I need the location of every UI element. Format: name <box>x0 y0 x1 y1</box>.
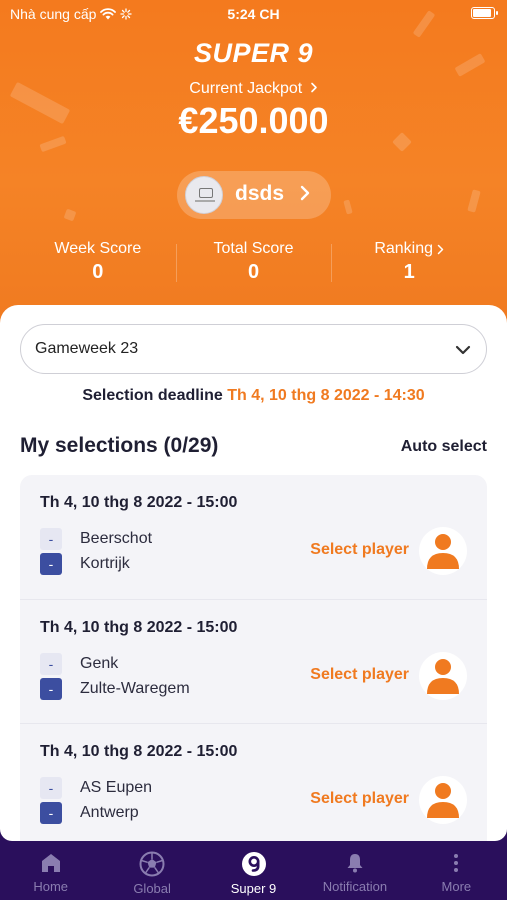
status-time: 5:24 CH <box>227 6 280 22</box>
score-stats: Week Score 0 Total Score 0 Ranking 1 <box>20 240 487 286</box>
stat-week-score: Week Score 0 <box>20 240 176 286</box>
battery-icon <box>471 7 498 19</box>
my-selections-title: My selections (0/29) <box>20 434 219 457</box>
away-team-name: Antwerp <box>80 804 139 821</box>
tab-label: Super 9 <box>230 881 277 896</box>
home-icon <box>41 854 60 872</box>
tab-label: More <box>441 879 472 894</box>
tab-global[interactable]: Global <box>101 841 202 900</box>
deadline-label: Selection deadline <box>82 387 223 404</box>
match-card: Th 4, 10 thg 8 2022 - 15:00 - AS Eupen -… <box>20 724 487 841</box>
stat-total-score: Total Score 0 <box>175 240 332 286</box>
stat-ranking[interactable]: Ranking 1 <box>331 240 487 286</box>
match-list: Th 4, 10 thg 8 2022 - 15:00 - Beerschot … <box>20 475 487 841</box>
home-team-row: - Beerschot <box>40 528 152 550</box>
select-player-button[interactable]: Select player <box>310 666 409 684</box>
select-player-button[interactable]: Select player <box>310 541 409 559</box>
deadline-date: Th 4, 10 thg 8 2022 - 14:30 <box>227 387 425 404</box>
tab-label: Home <box>33 879 69 894</box>
stat-value: 0 <box>247 261 260 283</box>
status-bar: Nhà cung cấp 5:24 CH <box>0 0 507 28</box>
confetti-decoration <box>467 189 481 213</box>
more-vertical-icon <box>454 854 459 872</box>
select-player-button[interactable]: Select player <box>310 790 409 808</box>
home-score-box: - <box>40 652 62 675</box>
team-name: dsds <box>235 182 285 205</box>
tab-notification[interactable]: Notification <box>304 841 405 900</box>
selection-deadline: Selection deadline Th 4, 10 thg 8 2022 -… <box>0 387 507 405</box>
auto-select-button[interactable]: Auto select <box>401 438 487 456</box>
tab-label: Notification <box>322 879 388 894</box>
stat-value: 0 <box>92 261 104 283</box>
away-score-box: - <box>40 802 62 824</box>
home-team-row: - AS Eupen <box>40 777 152 799</box>
gameweek-dropdown[interactable]: Gameweek 23 <box>20 324 487 374</box>
away-team-row: - Antwerp <box>40 802 139 824</box>
bell-icon <box>347 854 363 873</box>
team-avatar <box>185 176 223 214</box>
chevron-right-icon <box>310 82 317 93</box>
home-team-name: AS Eupen <box>80 779 153 796</box>
super9-icon <box>241 852 266 876</box>
away-team-row: - Kortrijk <box>40 553 130 575</box>
stat-label: Total Score <box>213 240 294 257</box>
match-date: Th 4, 10 thg 8 2022 - 15:00 <box>40 743 238 760</box>
gameweek-selected: Gameweek 23 <box>35 340 139 357</box>
confetti-decoration <box>343 199 353 215</box>
chevron-right-icon <box>300 185 310 201</box>
team-selector-button[interactable]: dsds <box>177 171 331 219</box>
stat-value: 1 <box>403 261 415 283</box>
stat-label-ranking: Ranking <box>374 240 444 258</box>
ranking-label: Ranking <box>374 240 434 257</box>
player-placeholder-icon[interactable] <box>419 776 467 824</box>
chevron-right-icon <box>437 244 444 254</box>
jackpot-value: €250.000 <box>178 100 329 141</box>
home-team-name: Genk <box>80 654 119 672</box>
confetti-decoration <box>63 208 77 222</box>
match-date: Th 4, 10 thg 8 2022 - 15:00 <box>40 494 238 511</box>
header-banner: Nhà cung cấp 5:24 CH SUPER 9 Current Jac… <box>0 0 507 330</box>
match-card: Th 4, 10 thg 8 2022 - 15:00 - Beerschot … <box>20 475 487 600</box>
bottom-tab-bar: Home Global Super 9 Notification More <box>0 841 507 900</box>
away-team-name: Zulte-Waregem <box>80 679 190 697</box>
away-team-name: Kortrijk <box>80 555 130 572</box>
chevron-down-icon <box>455 345 471 355</box>
home-team-row: - Genk <box>40 652 119 675</box>
app-title: SUPER 9 <box>193 38 314 68</box>
jackpot-label: Current Jackpot <box>189 80 303 97</box>
player-placeholder-icon[interactable] <box>419 527 467 575</box>
soccer-ball-icon <box>139 851 165 877</box>
tab-home[interactable]: Home <box>0 841 101 900</box>
battery-level <box>473 9 492 17</box>
current-jackpot-link[interactable]: Current Jackpot <box>0 80 507 98</box>
away-score-box: - <box>40 553 62 575</box>
match-date: Th 4, 10 thg 8 2022 - 15:00 <box>40 618 238 636</box>
away-score-box: - <box>40 677 62 700</box>
player-placeholder-icon[interactable] <box>419 651 467 700</box>
away-team-row: - Zulte-Waregem <box>40 677 190 700</box>
home-score-box: - <box>40 777 62 799</box>
home-team-name: Beerschot <box>80 530 153 547</box>
stat-label: Week Score <box>54 240 142 257</box>
tab-label: Global <box>133 881 171 896</box>
selections-sheet: Gameweek 23 Selection deadline Th 4, 10 … <box>0 305 507 841</box>
match-card: Th 4, 10 thg 8 2022 - 15:00 - Genk - Zul… <box>20 600 487 724</box>
home-score-box: - <box>40 528 62 550</box>
tab-super9[interactable]: Super 9 <box>203 841 304 900</box>
tab-more[interactable]: More <box>406 841 507 900</box>
